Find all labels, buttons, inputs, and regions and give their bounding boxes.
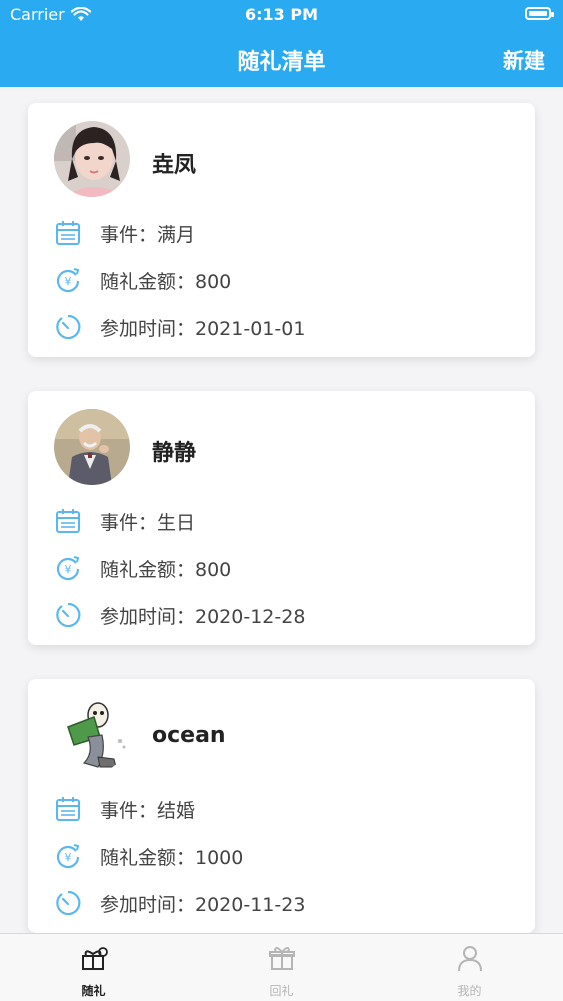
- calendar-icon: [56, 509, 80, 533]
- clock-icon: [56, 890, 81, 916]
- person-name: 静静: [152, 441, 197, 466]
- yuan-coin-icon: ¥: [56, 556, 80, 581]
- new-button[interactable]: 新建: [503, 45, 545, 75]
- date-text: 参加时间：2020-11-23: [100, 893, 306, 916]
- amount-text: 随礼金额：800: [100, 270, 232, 293]
- date-row: 参加时间：2020-11-23: [54, 888, 305, 918]
- date-row: 参加时间：2020-12-28: [54, 600, 305, 630]
- avatar: [54, 121, 130, 197]
- gift-list[interactable]: 垚凤 事件：满月 ¥ 随礼金额：800 参加时间：2021-01-01 静静 事…: [0, 87, 563, 933]
- amount-text: 随礼金额：800: [100, 558, 232, 581]
- avatar: [54, 697, 130, 773]
- avatar: [54, 409, 130, 485]
- event-row: 事件：满月: [54, 218, 195, 248]
- date-text: 参加时间：2021-01-01: [100, 317, 306, 340]
- gift-money-icon: [82, 947, 108, 970]
- status-time: 6:13 PM: [244, 5, 318, 24]
- yuan-coin-icon: ¥: [56, 844, 80, 869]
- tab-bar: 随礼 回礼 我的: [0, 933, 563, 1001]
- event-text: 事件：生日: [100, 511, 196, 534]
- amount-text: 随礼金额：1000: [100, 846, 244, 869]
- page-title: 随礼清单: [237, 50, 326, 75]
- tab-wode[interactable]: 我的: [376, 934, 563, 1001]
- user-icon: [458, 946, 482, 972]
- amount-row: ¥ 随礼金额：1000: [54, 841, 243, 871]
- svg-text:¥: ¥: [65, 851, 72, 864]
- tab-label: 随礼: [81, 984, 106, 998]
- event-row: 事件：结婚: [54, 794, 195, 824]
- clock-icon: [56, 602, 81, 628]
- status-bar: Carrier 6:13 PM: [0, 0, 563, 30]
- gift-card[interactable]: ocean 事件：结婚 ¥ 随礼金额：1000 参加时间：2020-11-23: [28, 679, 535, 933]
- gift-card[interactable]: 垚凤 事件：满月 ¥ 随礼金额：800 参加时间：2021-01-01: [28, 103, 535, 357]
- battery-icon: [525, 7, 554, 20]
- gift-icon: [269, 947, 295, 970]
- event-row: 事件：生日: [54, 506, 195, 536]
- header: Carrier 6:13 PM 随礼清单 新建: [0, 0, 563, 87]
- tab-suili[interactable]: 随礼: [0, 934, 187, 1001]
- tab-label: 回礼: [269, 984, 294, 998]
- person-name: 垚凤: [152, 153, 197, 178]
- clock-icon: [56, 314, 81, 340]
- event-text: 事件：满月: [100, 223, 196, 246]
- person-name: ocean: [152, 723, 226, 748]
- date-text: 参加时间：2020-12-28: [100, 605, 306, 628]
- amount-row: ¥ 随礼金额：800: [54, 265, 231, 295]
- amount-row: ¥ 随礼金额：800: [54, 553, 231, 583]
- tab-huili[interactable]: 回礼: [188, 934, 375, 1001]
- date-row: 参加时间：2021-01-01: [54, 312, 305, 342]
- calendar-icon: [56, 221, 80, 245]
- svg-text:¥: ¥: [65, 275, 72, 288]
- tab-label: 我的: [457, 984, 482, 998]
- gift-card[interactable]: 静静 事件：生日 ¥ 随礼金额：800 参加时间：2020-12-28: [28, 391, 535, 645]
- event-text: 事件：结婚: [100, 799, 196, 822]
- calendar-icon: [56, 797, 80, 821]
- svg-text:¥: ¥: [65, 563, 72, 576]
- yuan-coin-icon: ¥: [56, 268, 80, 293]
